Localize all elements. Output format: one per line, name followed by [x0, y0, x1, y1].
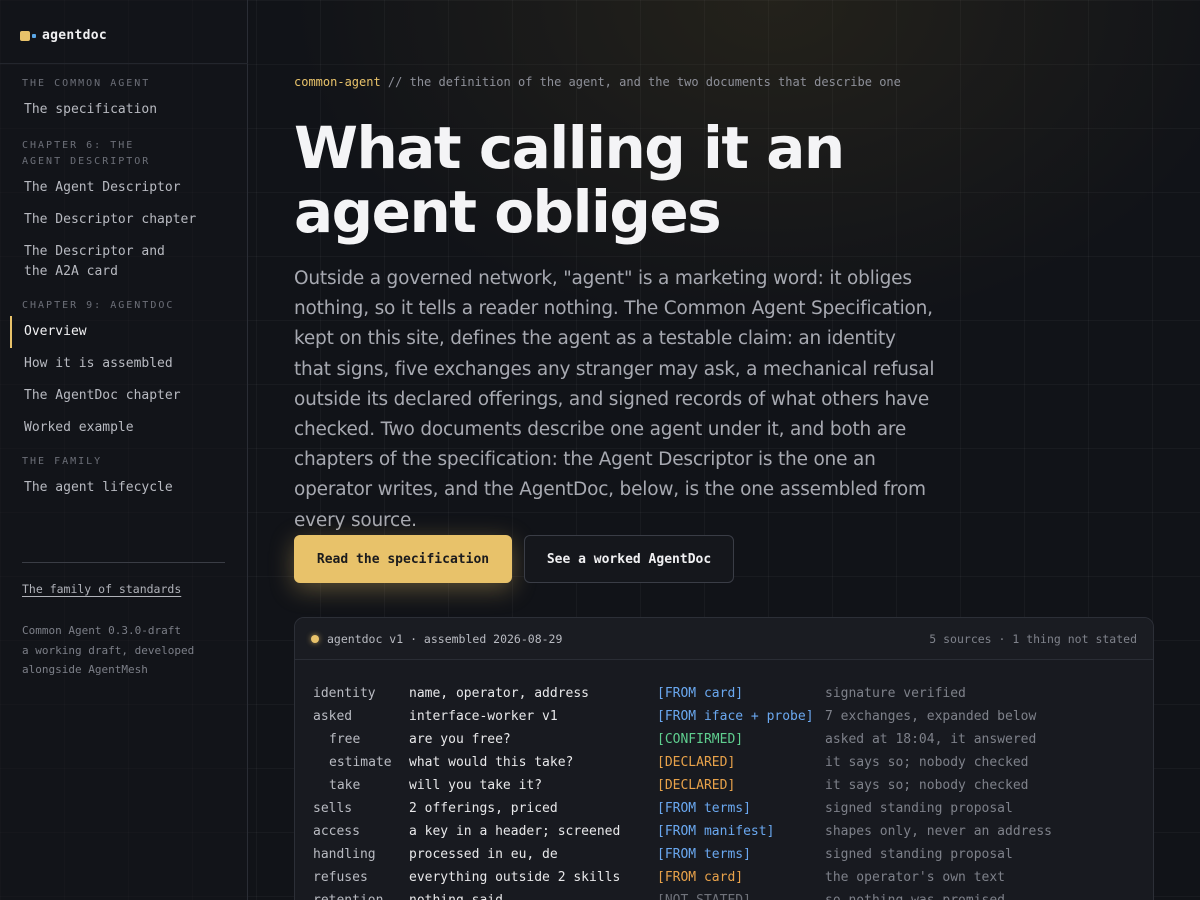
row-value: interface-worker v1	[409, 709, 558, 724]
row-source-tag: [CONFIRMED]	[657, 732, 744, 747]
sidebar-section-title: THE FAMILY	[22, 456, 103, 467]
row-source-tag: [DECLARED]	[657, 755, 736, 770]
row-value: processed in eu, de	[409, 847, 558, 862]
row-value: nothing said	[409, 889, 657, 900]
row-value: will you take it?	[409, 778, 543, 793]
sidebar: agentdoc THE COMMON AGENT The specificati…	[0, 0, 248, 900]
row-key: retention	[313, 889, 409, 900]
breadcrumb-root[interactable]: common-agent	[294, 75, 381, 89]
row-key: estimate	[329, 755, 392, 770]
row-key: asked	[313, 709, 353, 724]
row-note: signed standing proposal	[825, 847, 1013, 862]
row-source-tag: [NOT STATED]	[657, 889, 825, 900]
row-note: so nothing was promised	[825, 889, 1005, 900]
sidebar-header-divider	[0, 63, 248, 64]
row-value: what would this take?	[409, 755, 574, 770]
row-key: handling	[313, 847, 376, 862]
row-key: sells	[313, 801, 353, 816]
row-note: signature verified	[825, 686, 966, 701]
row-source-tag: [FROM manifest]	[657, 824, 775, 839]
row-source-tag: [FROM card]	[657, 870, 744, 885]
logo-text: agentdoc	[42, 28, 108, 43]
agentdoc-row: access a key in a header; screened [FROM m…	[313, 820, 1153, 843]
breadcrumb-description: // the definition of the agent, and the …	[380, 75, 901, 89]
row-key: refuses	[313, 870, 368, 885]
row-source-tag: [FROM terms]	[657, 847, 751, 862]
row-source-tag: [FROM terms]	[657, 801, 751, 816]
agentdoc-row: handling processed in eu, de [FROM terms] s…	[313, 843, 1153, 866]
sidebar-item-the-specification[interactable]: The specification	[0, 100, 247, 120]
agentdoc-rows: identity name, operator, address [FROM car…	[313, 682, 1153, 900]
sidebar-section-title: CHAPTER 6: THE AGENT DESCRIPTOR	[22, 140, 151, 167]
sidebar-divider	[22, 562, 225, 563]
sidebar-item-the-descriptor-chapter[interactable]: The Descriptor chapter	[0, 210, 247, 230]
agentdoc-card-header: agentdoc v1 · assembled 2026-08-29 5 sou…	[295, 618, 1153, 660]
sidebar-item-the-agent-lifecycle[interactable]: The agent lifecycle	[0, 478, 247, 498]
row-key: take	[329, 778, 361, 793]
row-value: are you free?	[409, 732, 511, 747]
row-note: the operator's own text	[825, 870, 1006, 885]
agentdoc-row: take will you take it? [DECLARED] it says s…	[313, 774, 1153, 797]
agentdoc-row: estimate what would this take? [DECLARED] i…	[313, 751, 1153, 774]
row-value: name, operator, address	[409, 686, 590, 701]
sidebar-item-the-descriptor-and-the-a2a-card[interactable]: The Descriptor and the A2A card	[0, 242, 200, 282]
sidebar-item-overview[interactable]: Overview	[0, 316, 247, 348]
sidebar-item-worked-example[interactable]: Worked example	[0, 418, 247, 438]
agentdoc-row: identity name, operator, address [FROM car…	[313, 682, 1153, 705]
agentdoc-card: agentdoc v1 · assembled 2026-08-29 5 sou…	[294, 617, 1154, 900]
row-source-tag: [DECLARED]	[657, 778, 736, 793]
row-note: it says so; nobody checked	[825, 755, 1029, 770]
family-of-standards-link[interactable]: The family of standards	[22, 582, 181, 596]
agentdoc-row: refuses everything outside 2 skills [FROM …	[313, 866, 1153, 889]
breadcrumb: common-agent // the definition of the ag…	[294, 75, 901, 89]
sidebar-nav: THE COMMON AGENT The specification CHAPTER…	[0, 76, 247, 498]
logo[interactable]: agentdoc	[20, 28, 107, 43]
status-dot-icon	[311, 634, 319, 643]
agentdoc-card-title: agentdoc v1 · assembled 2026-08-29	[327, 631, 563, 646]
developed-line: alongside AgentMesh	[22, 663, 148, 676]
row-key: identity	[313, 686, 376, 701]
row-note: signed standing proposal	[825, 801, 1013, 816]
read-specification-button[interactable]: Read the specification	[294, 535, 512, 583]
worked-agentdoc-button[interactable]: See a worked AgentDoc	[524, 535, 734, 583]
agentdoc-card-meta: 5 sources · 1 thing not stated	[929, 631, 1137, 646]
row-value: a key in a header; screened	[409, 824, 621, 839]
version-line: Common Agent 0.3.0-draft	[22, 624, 181, 637]
row-note: it says so; nobody checked	[825, 778, 1029, 793]
sidebar-item-the-agentdoc-chapter[interactable]: The AgentDoc chapter	[0, 386, 247, 406]
sidebar-item-how-it-is-assembled[interactable]: How it is assembled	[0, 354, 247, 374]
row-note: asked at 18:04, it answered	[825, 732, 1037, 747]
version-note: Common Agent 0.3.0-draft a working draft…	[22, 621, 194, 680]
agentdoc-row: retentionnothing said[NOT STATED]so noth…	[313, 889, 1153, 900]
row-note: 7 exchanges, expanded below	[825, 709, 1037, 724]
agentdoc-row: free are you free? [CONFIRMED] asked at 18:…	[313, 728, 1153, 751]
agentdoc-row: asked interface-worker v1 [FROM iface + pr…	[313, 705, 1153, 728]
agentdoc-logo-icon	[20, 30, 36, 41]
row-source-tag: [FROM card]	[657, 686, 744, 701]
intro-paragraph: Outside a governed network, "agent" is a…	[294, 268, 935, 531]
sidebar-item-the-agent-descriptor[interactable]: The Agent Descriptor	[0, 178, 247, 198]
agentdoc-row: sells 2 offerings, priced [FROM terms] sign…	[313, 797, 1153, 820]
row-source-tag: [FROM iface + probe]	[657, 709, 814, 724]
sidebar-section-title: CHAPTER 9: AGENTDOC	[22, 300, 175, 311]
row-note: shapes only, never an address	[825, 824, 1052, 839]
sidebar-section-title: THE COMMON AGENT	[22, 78, 151, 89]
page-title: What calling it an agent obliges	[294, 114, 845, 246]
row-key: access	[313, 824, 360, 839]
row-value: everything outside 2 skills	[409, 870, 621, 885]
draft-line: a working draft, developed	[22, 643, 195, 657]
row-key: free	[329, 732, 361, 747]
row-value: 2 offerings, priced	[409, 801, 558, 816]
